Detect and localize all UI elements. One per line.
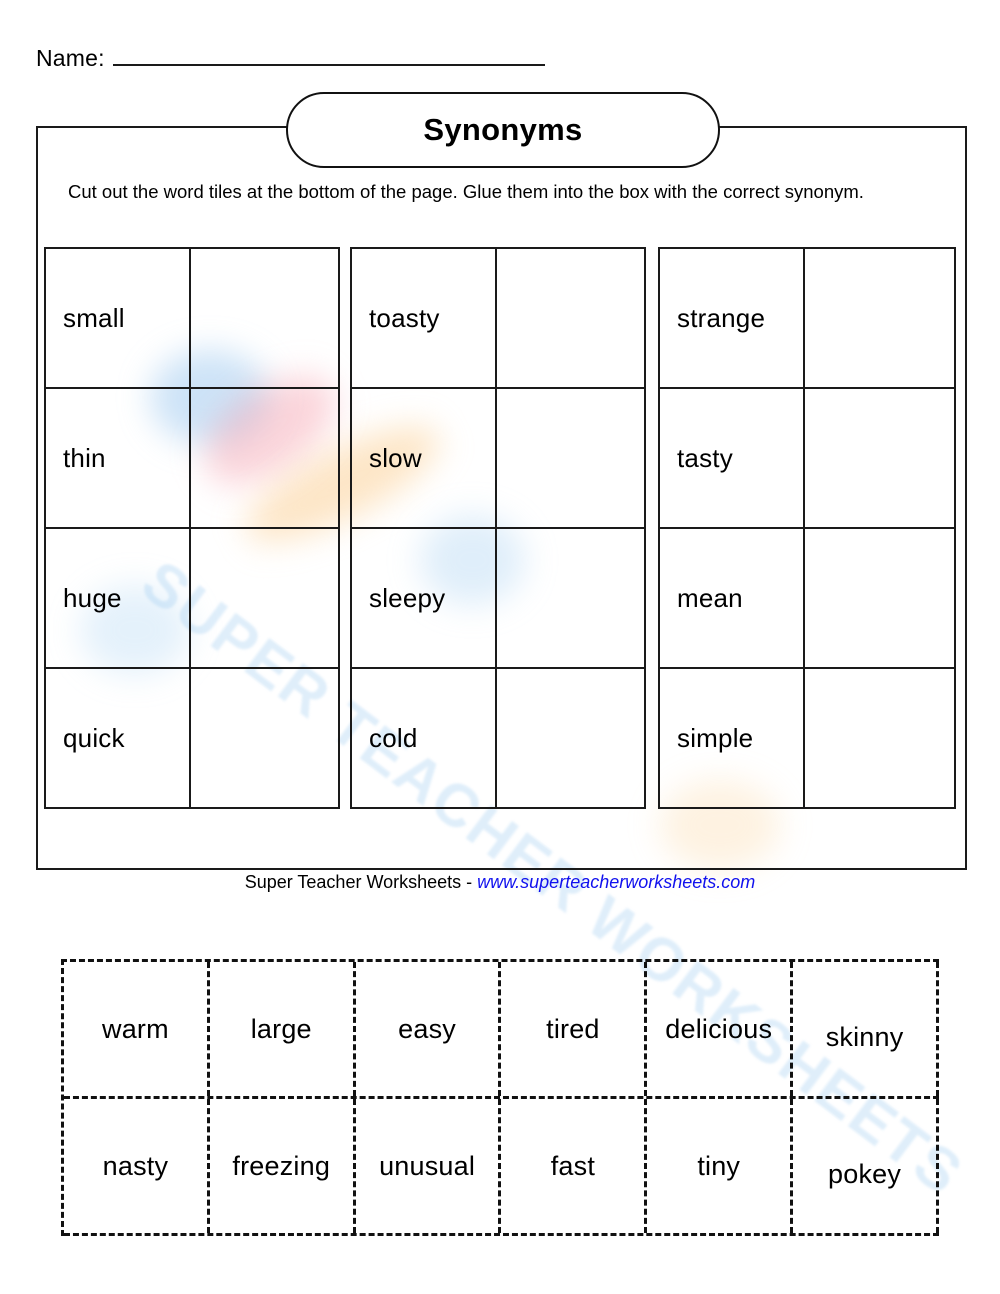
answer-drop-zone[interactable] — [805, 389, 954, 527]
table-row: strange — [660, 249, 954, 389]
table-row: huge — [46, 529, 338, 669]
word-tile[interactable]: fast — [501, 1099, 648, 1233]
word-tile[interactable]: skinny — [793, 962, 939, 1096]
word-tile[interactable]: freezing — [210, 1099, 356, 1233]
word-table-1: small thin huge quick — [44, 247, 340, 809]
word-cell: mean — [660, 529, 805, 667]
name-input-line[interactable] — [112, 44, 545, 66]
table-row: small — [46, 249, 338, 389]
tile-row: warm large easy tired delicious skinny — [64, 962, 939, 1099]
word-tile[interactable]: delicious — [647, 962, 794, 1096]
word-cell: huge — [46, 529, 191, 667]
table-row: sleepy — [352, 529, 644, 669]
answer-drop-zone[interactable] — [191, 389, 338, 527]
word-tile[interactable]: tired — [501, 962, 648, 1096]
word-cell: quick — [46, 669, 191, 807]
answer-drop-zone[interactable] — [191, 249, 338, 387]
answer-drop-zone[interactable] — [497, 529, 644, 667]
word-cell: thin — [46, 389, 191, 527]
answer-drop-zone[interactable] — [805, 529, 954, 667]
word-tile[interactable]: pokey — [793, 1099, 939, 1233]
word-tile[interactable]: warm — [64, 962, 210, 1096]
word-cell: simple — [660, 669, 805, 807]
answer-drop-zone[interactable] — [191, 669, 338, 807]
answer-drop-zone[interactable] — [805, 249, 954, 387]
name-label: Name: — [36, 45, 105, 71]
word-tile[interactable]: unusual — [356, 1099, 502, 1233]
word-table-2: toasty slow sleepy cold — [350, 247, 646, 809]
word-tile[interactable]: easy — [356, 962, 502, 1096]
word-tile[interactable]: tiny — [647, 1099, 794, 1233]
table-row: cold — [352, 669, 644, 807]
word-cell: strange — [660, 249, 805, 387]
table-row: quick — [46, 669, 338, 807]
table-row: simple — [660, 669, 954, 807]
word-cell: small — [46, 249, 191, 387]
cutout-tile-grid: warm large easy tired delicious skinny n… — [61, 959, 939, 1236]
word-cell: slow — [352, 389, 497, 527]
word-cell: cold — [352, 669, 497, 807]
worksheet-title-pill: Synonyms — [286, 92, 720, 168]
word-tile[interactable]: large — [210, 962, 356, 1096]
table-row: tasty — [660, 389, 954, 529]
footer-credit: Super Teacher Worksheets - www.superteac… — [0, 872, 1000, 893]
table-row: slow — [352, 389, 644, 529]
word-cell: sleepy — [352, 529, 497, 667]
answer-drop-zone[interactable] — [191, 529, 338, 667]
word-table-3: strange tasty mean simple — [658, 247, 956, 809]
answer-drop-zone[interactable] — [497, 249, 644, 387]
tile-row: nasty freezing unusual fast tiny pokey — [64, 1099, 939, 1236]
name-field-row: Name: — [36, 44, 545, 72]
credit-name: Super Teacher Worksheets - — [244, 872, 478, 892]
table-row: toasty — [352, 249, 644, 389]
word-cell: toasty — [352, 249, 497, 387]
word-tile[interactable]: nasty — [64, 1099, 210, 1233]
page-title: Synonyms — [423, 112, 583, 147]
credit-url-link[interactable]: www.superteacherworksheets.com — [477, 872, 755, 892]
word-cell: tasty — [660, 389, 805, 527]
answer-drop-zone[interactable] — [497, 389, 644, 527]
instructions-text: Cut out the word tiles at the bottom of … — [68, 181, 864, 202]
answer-drop-zone[interactable] — [497, 669, 644, 807]
table-row: mean — [660, 529, 954, 669]
table-row: thin — [46, 389, 338, 529]
answer-drop-zone[interactable] — [805, 669, 954, 807]
